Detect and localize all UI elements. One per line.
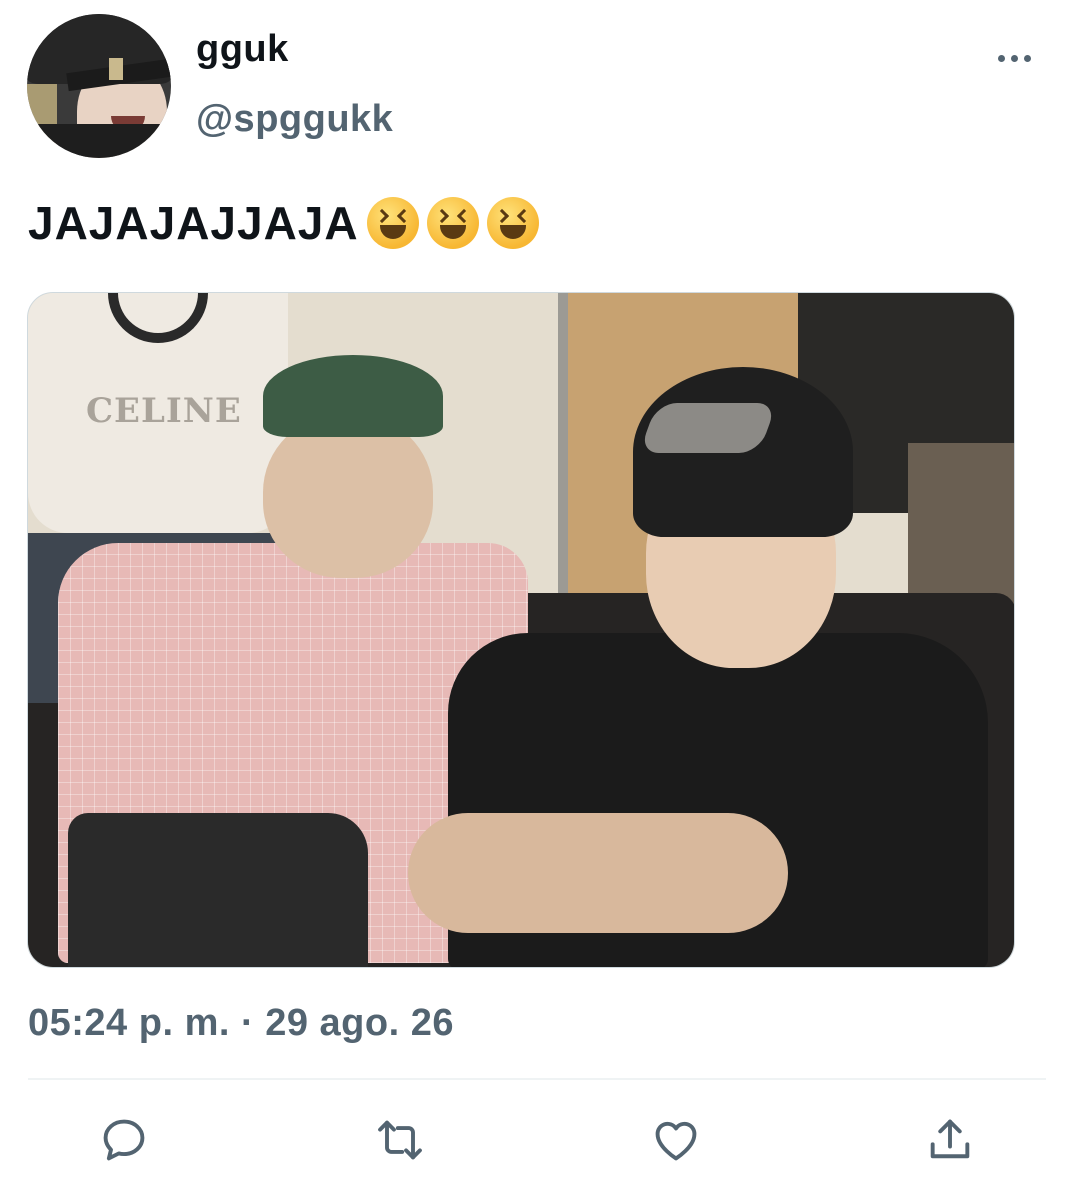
tweet-actions-bar <box>0 1110 1074 1180</box>
reply-icon[interactable] <box>96 1110 152 1170</box>
more-dot <box>997 54 1005 62</box>
avatar[interactable] <box>27 14 171 158</box>
photo-crossed-arms <box>408 813 788 933</box>
share-icon[interactable] <box>922 1110 978 1170</box>
photo-face-left <box>263 413 433 578</box>
tweet-text: JAJAJAJJAJA <box>28 196 539 250</box>
photo-shirt-print: CELINE <box>86 391 242 431</box>
photo-beanie-pattern <box>638 403 778 453</box>
grinning-squinting-face-icon <box>426 197 479 249</box>
photo-bandana <box>263 355 443 437</box>
tweet-media-photo[interactable]: CELINE <box>27 292 1015 968</box>
more-horizontal-icon[interactable] <box>994 46 1034 70</box>
author-handle[interactable]: @spggukk <box>196 98 393 141</box>
grinning-squinting-face-icon <box>486 197 539 249</box>
avatar-shirt <box>27 124 171 158</box>
more-dot <box>1023 54 1031 62</box>
photo-shorts <box>68 813 368 967</box>
tweet-text-content: JAJAJAJJAJA <box>28 197 359 249</box>
like-icon[interactable] <box>648 1110 704 1170</box>
more-dot <box>1010 54 1018 62</box>
grinning-squinting-face-icon <box>366 197 419 249</box>
photo-collar <box>108 293 208 343</box>
tweet-timestamp[interactable]: 05:24 p. m. · 29 ago. 26 <box>28 1002 454 1045</box>
avatar-cap-badge <box>109 58 123 80</box>
divider <box>28 1078 1046 1080</box>
retweet-icon[interactable] <box>372 1110 428 1170</box>
author-name[interactable]: gguk <box>196 28 289 71</box>
